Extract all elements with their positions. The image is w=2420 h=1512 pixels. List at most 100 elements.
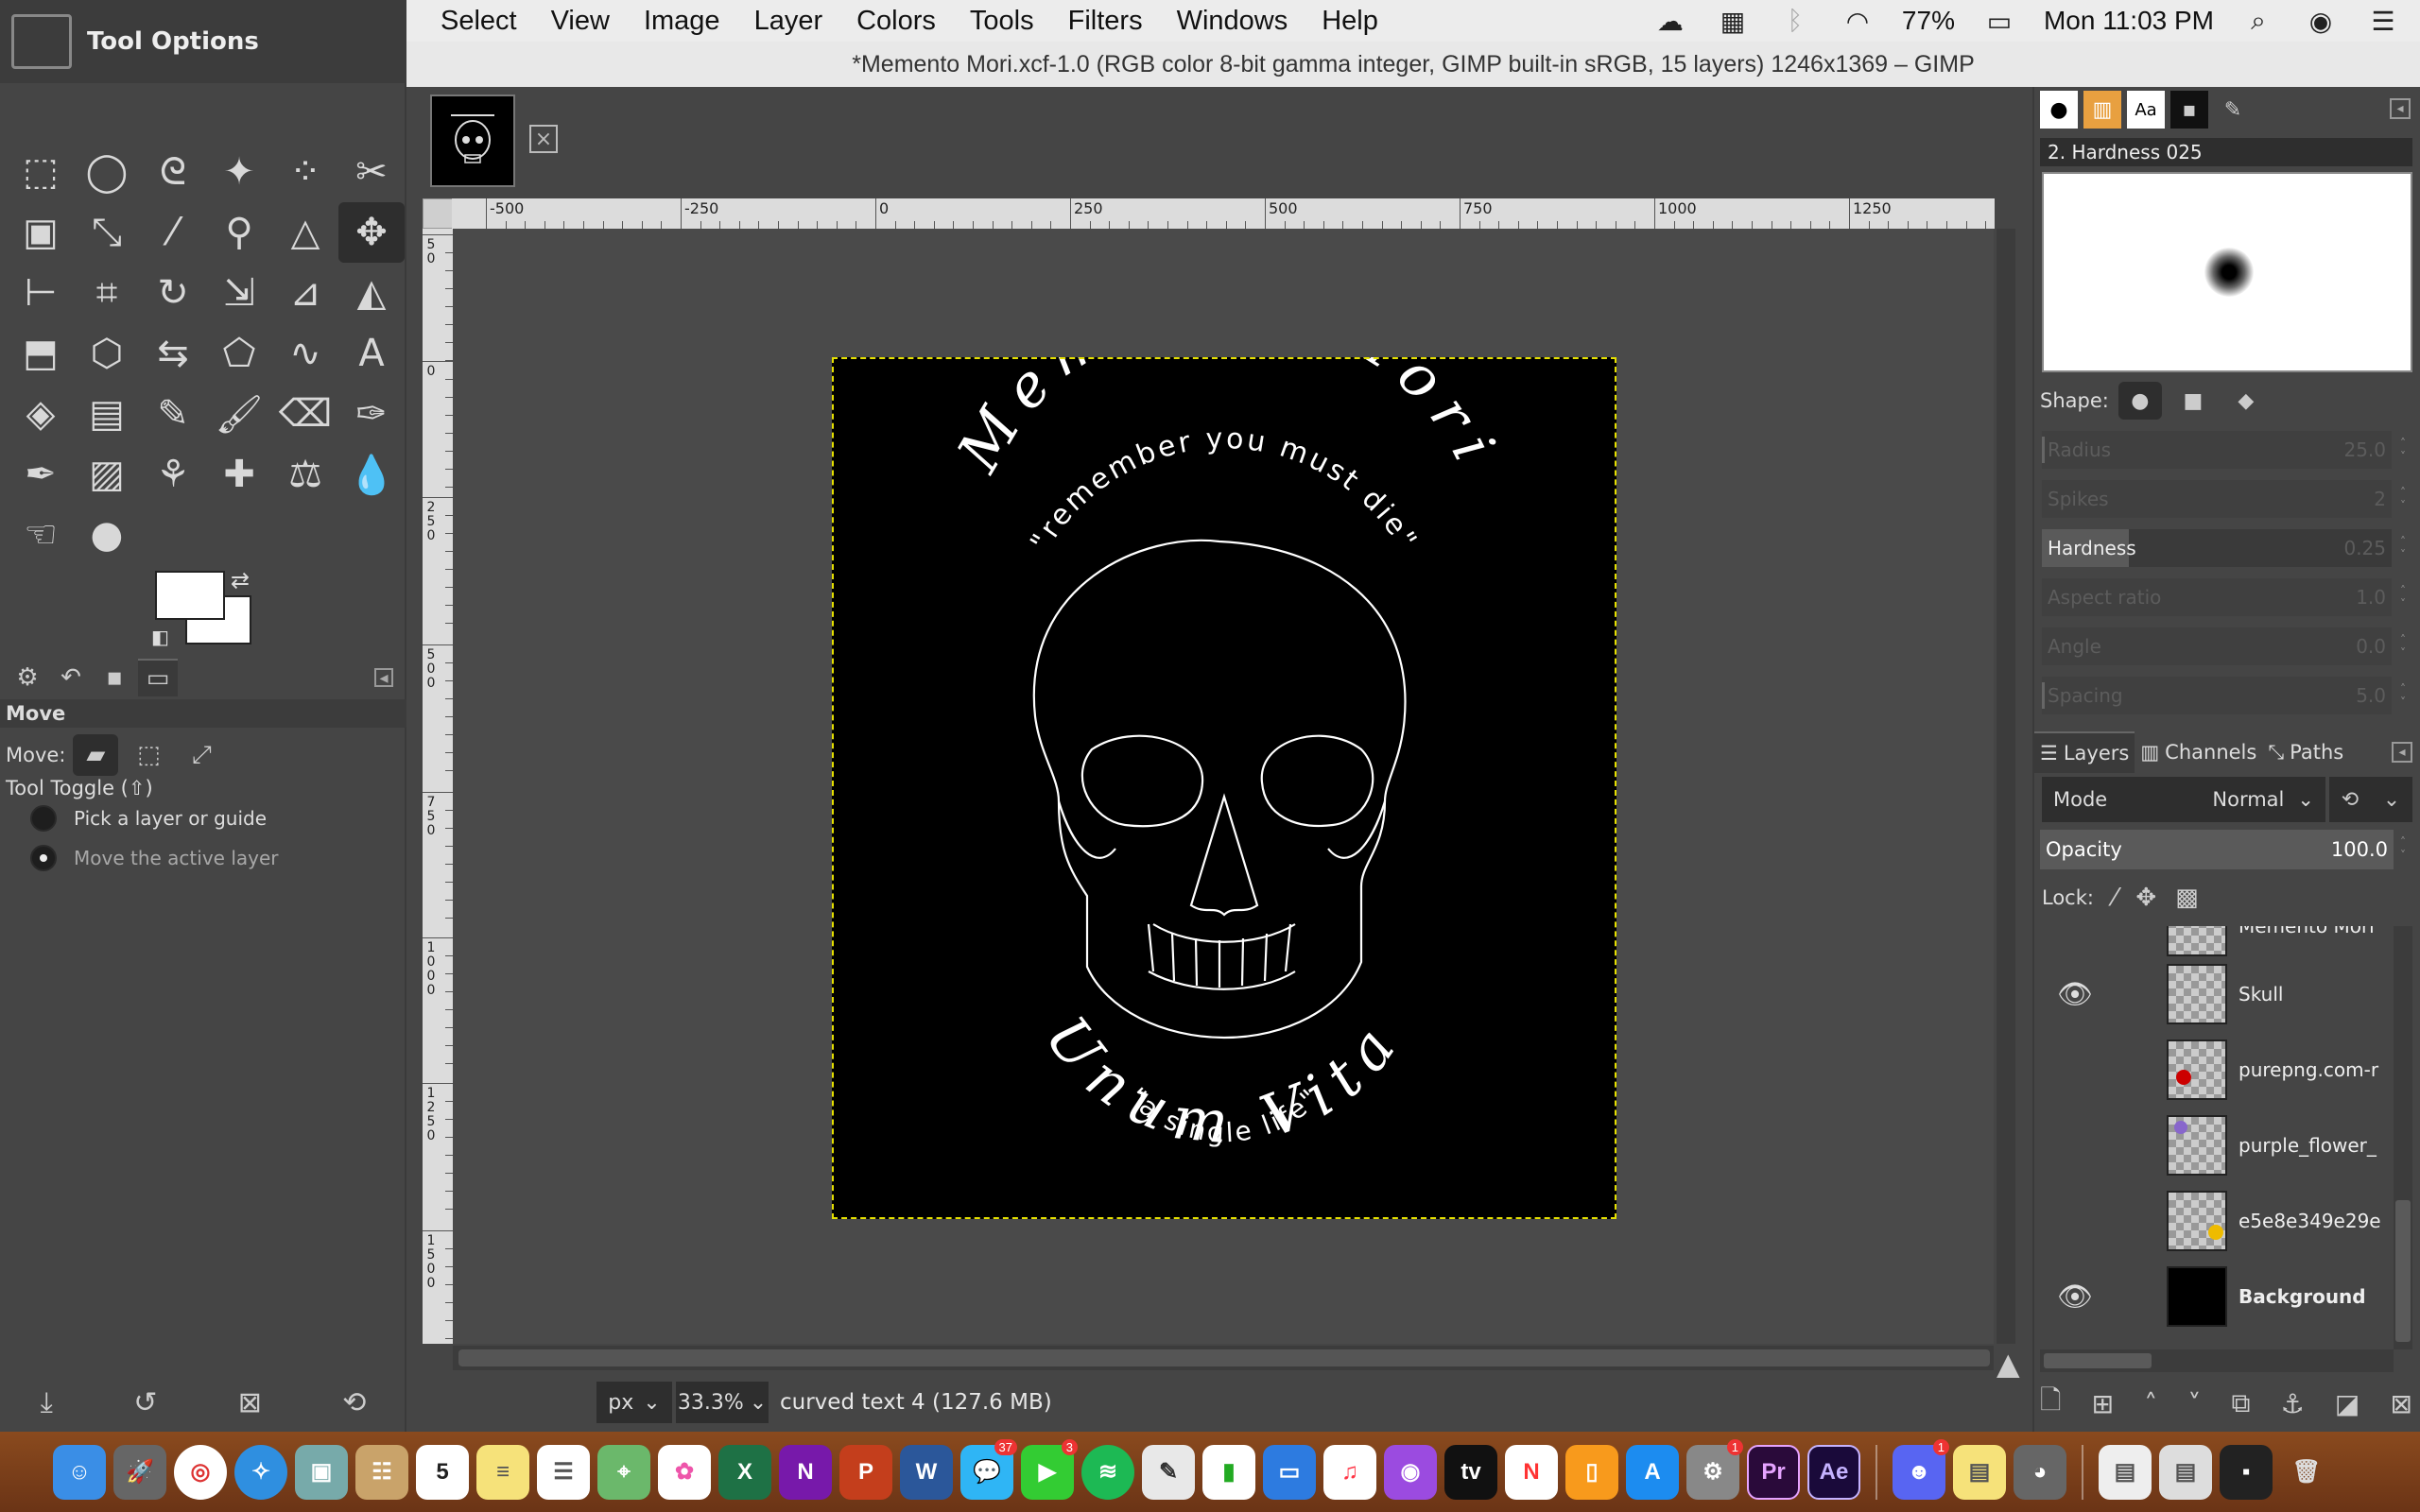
opacity-slider[interactable]: Opacity 100.0 [2040,830,2394,869]
keynote-presenter-icon[interactable]: ▭ [1263,1444,1316,1500]
move-selection-icon[interactable]: ⬚ [126,734,171,776]
finder-icon[interactable]: ☺ [53,1444,106,1500]
mypaint-brush-icon[interactable]: ▨ [74,444,140,505]
eraser-icon[interactable]: ⌫ [272,384,338,444]
lower-layer-icon[interactable]: ˅ [2187,1388,2201,1419]
menu-layer[interactable]: Layer [737,6,840,37]
spotify-icon[interactable]: ≋ [1081,1444,1134,1500]
color-select-icon[interactable]: ⁘ [272,142,338,202]
mode-reset-button[interactable]: ⟲ ⌄ [2329,777,2412,822]
premiere-icon[interactable]: Pr [1747,1444,1800,1500]
aspect-ratio-slider[interactable]: Aspect ratio 1.0 [2042,578,2392,616]
scale-icon[interactable]: ⇲ [206,263,272,323]
tool-options-tab-icon[interactable]: ⚙ [8,659,47,696]
appstore-icon[interactable]: A [1626,1444,1679,1500]
discord-icon[interactable]: ☻ 1 [1893,1438,1949,1500]
new-layer-group-icon[interactable]: ⊞ [2092,1388,2114,1419]
gimp-icon[interactable]: ◕ [2014,1444,2066,1500]
dodge-burn-icon[interactable]: ● [74,505,140,565]
creative-cloud-icon[interactable]: ☁ [1652,7,1688,36]
flip-icon[interactable]: ⇆ [140,323,206,384]
reset-colors-icon[interactable]: ◧ [151,626,169,648]
layer-row[interactable]: purple_flower_ [2040,1108,2392,1183]
bucket-fill-icon[interactable]: ◈ [8,384,74,444]
mask-layer-icon[interactable]: ◪ [2335,1388,2360,1419]
wifi-icon[interactable]: ◠ [1840,7,1876,36]
dock-menu-icon[interactable]: ◂ [2392,742,2412,763]
eye-icon[interactable]: 👁 [2049,978,2100,1011]
photos-icon[interactable]: ✿ [658,1444,711,1500]
spacing-slider[interactable]: Spacing 5.0 [2042,677,2392,714]
reminders-icon[interactable]: ☰ [537,1444,590,1500]
menu-select[interactable]: Select [406,6,534,37]
chrome-icon[interactable]: ◎ [174,1444,227,1500]
drive-icon[interactable]: ▦ [1715,7,1751,36]
calendar-icon[interactable]: 5 [416,1444,469,1500]
hardness-slider[interactable]: Hardness 0.25 [2042,529,2392,567]
image-tab-thumbnail[interactable] [430,94,515,187]
maps-icon[interactable]: ⌖ [597,1444,650,1500]
align-icon[interactable]: ⊢ [8,263,74,323]
gradient-icon[interactable]: ▤ [74,384,140,444]
tab-layers[interactable]: ☰ Layers [2034,731,2135,773]
layer-row[interactable]: purepng.com-r [2040,1032,2392,1108]
airbrush-icon[interactable]: ✑ [338,384,405,444]
rect-select-icon[interactable]: ⬚ [8,142,74,202]
spin-arrows-icon[interactable]: ˄ ˅ [2394,677,2412,714]
vertical-scrollbar[interactable] [1996,229,2015,1344]
spin-arrows-icon[interactable]: ˄ ˅ [2394,431,2412,469]
music-icon[interactable]: ♫ [1323,1444,1376,1500]
menu-tools[interactable]: Tools [953,6,1051,37]
bluetooth-icon[interactable]: ᛒ [1777,6,1813,35]
menu-windows[interactable]: Windows [1160,6,1305,37]
books-icon[interactable]: ▯ [1565,1444,1618,1500]
preview-icon[interactable]: ▣ [295,1444,348,1500]
layers-scrollbar[interactable] [2394,926,2412,1349]
spikes-slider[interactable]: Spikes 2 [2042,480,2392,518]
color-picker-icon[interactable]: ⁄ [140,202,206,263]
spin-arrows-icon[interactable]: ˄ ˅ [2394,627,2412,665]
tab-channels[interactable]: ▥ Channels [2135,731,2262,773]
scrollbar-thumb[interactable] [2044,1353,2152,1368]
ellipse-select-icon[interactable]: ◯ [74,142,140,202]
paths-icon[interactable]: ⤡ [74,202,140,263]
spotlight-icon[interactable]: ⌕ [2240,6,2276,35]
scrollbar-thumb[interactable] [458,1349,1990,1366]
angle-slider[interactable]: Angle 0.0 [2042,627,2392,665]
new-layer-icon[interactable]: 🗋 [2040,1381,2062,1426]
spin-arrows-icon[interactable]: ˄ ˅ [2394,830,2412,868]
clock[interactable]: Mon 11:03 PM [2044,6,2214,36]
layer-row[interactable]: 👁 Skull [2040,956,2392,1032]
layer-row[interactable]: 👁 Background [2040,1259,2392,1334]
trash-icon[interactable]: 🗑 [2280,1445,2333,1500]
horizontal-ruler[interactable]: -500-25002505007501000125015001750 [452,198,1995,229]
tab-paths[interactable]: ⤡ Paths [2262,731,2349,773]
move-icon[interactable]: ✥ [338,202,405,263]
heal-icon[interactable]: ✚ [206,444,272,505]
unit-selector[interactable]: px ⌄ [596,1382,672,1423]
delete-options-icon[interactable]: ⊠ [238,1386,262,1419]
scissors-icon[interactable]: ✂ [338,142,405,202]
move-active-radio[interactable]: Move the active layer [30,845,279,871]
pick-layer-radio[interactable]: Pick a layer or guide [30,805,267,832]
powerpoint-icon[interactable]: P [839,1444,892,1500]
device-status-tab-icon[interactable]: ▭ [138,659,178,696]
spin-arrows-icon[interactable]: ˄ ˅ [2394,529,2412,567]
notification-center-icon[interactable]: ☰ [2365,7,2401,36]
crop-icon[interactable]: ⌗ [74,263,140,323]
vertical-ruler[interactable]: 50 0 250 500 750 1000 1250 1500 [423,229,453,1344]
menu-help[interactable]: Help [1305,6,1395,37]
cage-transform-icon[interactable]: ⬠ [206,323,272,384]
color-swatches[interactable]: ⇄ ◧ [151,567,265,652]
aftereffects-icon[interactable]: Ae [1807,1444,1860,1500]
keynote-icon[interactable]: ✎ [1142,1444,1195,1500]
image-file-icon[interactable]: ▪ [2220,1444,2273,1500]
spin-arrows-icon[interactable]: ˄ ˅ [2394,480,2412,518]
ink-icon[interactable]: ✒ [8,444,74,505]
foreground-color-swatch[interactable] [155,571,225,620]
smudge-icon[interactable]: ☜ [8,505,74,565]
restore-options-icon[interactable]: ↺ [133,1386,157,1419]
contacts-icon[interactable]: ☷ [355,1444,408,1500]
document-icon[interactable]: ▤ [2099,1444,2152,1500]
dock-menu-icon[interactable]: ◂ [374,668,393,688]
